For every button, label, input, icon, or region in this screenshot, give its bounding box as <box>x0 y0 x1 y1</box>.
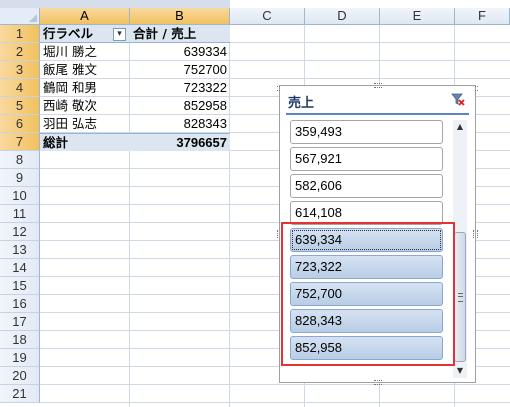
thumb-grip-icon <box>458 293 463 302</box>
resize-handle-top-left[interactable] <box>277 86 280 91</box>
pivot-sum-header[interactable]: 合計 / 売上 <box>130 25 230 43</box>
row-header[interactable]: 12 <box>0 223 40 241</box>
pivot-row-value[interactable]: 752700 <box>130 61 230 79</box>
column-header-b[interactable]: B <box>130 8 230 25</box>
pivot-row-name[interactable]: 羽田 弘志 <box>40 115 130 133</box>
column-header-f[interactable]: F <box>455 8 510 25</box>
row-header[interactable]: 16 <box>0 295 40 313</box>
spreadsheet: A B C D E F 1 2 3 4 5 6 7 8 9 10 11 12 1… <box>0 0 510 407</box>
pivot-row-value[interactable]: 639334 <box>130 43 230 61</box>
scroll-up-arrow-icon[interactable]: ▲ <box>453 120 467 134</box>
slicer-scrollbar[interactable]: ▲ ▼ <box>453 120 467 378</box>
resize-handle-right[interactable] <box>473 230 478 238</box>
row-header[interactable]: 6 <box>0 115 40 133</box>
row-header[interactable]: 20 <box>0 367 40 385</box>
row-header[interactable]: 17 <box>0 313 40 331</box>
row-header[interactable]: 5 <box>0 97 40 115</box>
pivot-row-value[interactable]: 723322 <box>130 79 230 97</box>
selection-highlight-annotation <box>281 222 455 366</box>
pivot-total-value[interactable]: 3796657 <box>130 133 230 151</box>
row-header[interactable]: 15 <box>0 277 40 295</box>
row-header[interactable]: 1 <box>0 25 40 43</box>
slicer-item[interactable]: 567,921 <box>290 147 443 171</box>
row-header[interactable]: 14 <box>0 259 40 277</box>
clear-filter-icon[interactable] <box>451 92 465 106</box>
column-header-a[interactable]: A <box>40 8 130 25</box>
select-all-triangle-icon <box>29 14 37 22</box>
row-header[interactable]: 7 <box>0 133 40 151</box>
row-header[interactable]: 13 <box>0 241 40 259</box>
slicer-title-divider <box>286 113 469 115</box>
row-header[interactable]: 2 <box>0 43 40 61</box>
slicer-item[interactable]: 359,493 <box>290 120 443 144</box>
row-label-filter-icon[interactable]: ▾ <box>113 28 126 41</box>
column-header-d[interactable]: D <box>305 8 380 25</box>
slicer-title: 売上 <box>288 96 315 111</box>
pivot-row-value[interactable]: 852958 <box>130 97 230 115</box>
pivot-row-name[interactable]: 西崎 敬次 <box>40 97 130 115</box>
column-header-e[interactable]: E <box>380 8 455 25</box>
pivot-row-value[interactable]: 828343 <box>130 115 230 133</box>
scroll-down-arrow-icon[interactable]: ▼ <box>453 364 467 378</box>
pivot-total-label[interactable]: 総計 <box>40 133 130 151</box>
select-all-corner[interactable] <box>0 8 40 25</box>
row-header[interactable]: 18 <box>0 331 40 349</box>
row-header[interactable]: 19 <box>0 349 40 367</box>
row-header[interactable]: 8 <box>0 151 40 169</box>
row-header[interactable]: 9 <box>0 169 40 187</box>
row-header[interactable]: 11 <box>0 205 40 223</box>
pivot-row-name[interactable]: 鶴岡 和男 <box>40 79 130 97</box>
row-header[interactable]: 3 <box>0 61 40 79</box>
resize-handle-top[interactable] <box>374 83 382 88</box>
column-header-c[interactable]: C <box>230 8 305 25</box>
formula-area-edge <box>0 0 230 8</box>
scroll-thumb[interactable] <box>454 232 466 362</box>
resize-handle-bottom[interactable] <box>374 380 382 385</box>
pivot-row-name[interactable]: 飯尾 雅文 <box>40 61 130 79</box>
row-header[interactable]: 4 <box>0 79 40 97</box>
row-header[interactable]: 10 <box>0 187 40 205</box>
pivot-row-name[interactable]: 堀川 勝之 <box>40 43 130 61</box>
resize-handle-top-right[interactable] <box>475 86 478 91</box>
row-header[interactable]: 21 <box>0 385 40 403</box>
slicer-item[interactable]: 582,606 <box>290 174 443 198</box>
